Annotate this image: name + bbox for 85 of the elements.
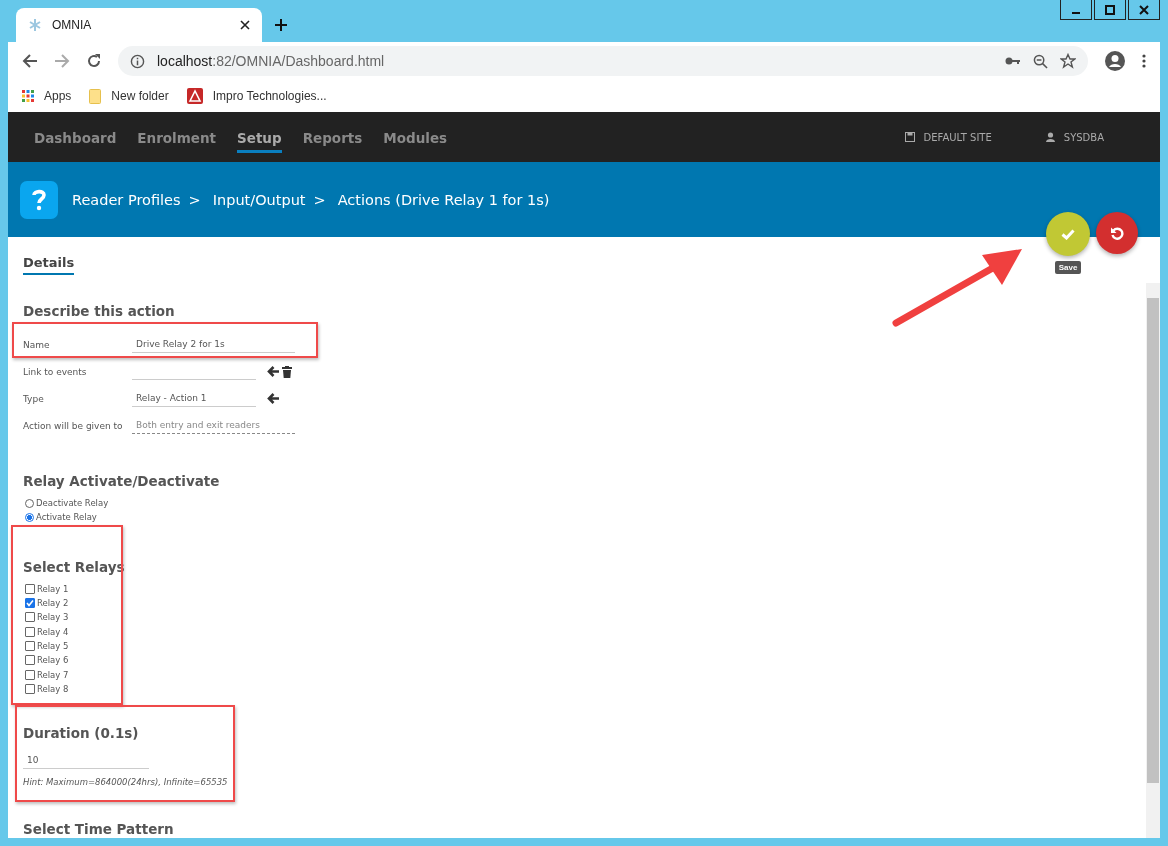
scrollbar[interactable]	[1146, 283, 1160, 838]
question-mark-icon	[32, 188, 46, 211]
bookmark-item[interactable]: New folder	[89, 88, 169, 104]
reload-icon[interactable]	[86, 53, 102, 69]
checkbox[interactable]	[25, 626, 35, 637]
key-icon[interactable]	[1005, 56, 1021, 66]
help-badge[interactable]	[20, 180, 58, 219]
info-icon[interactable]	[130, 53, 145, 69]
close-icon[interactable]	[240, 20, 250, 30]
checkbox-option[interactable]: Relay 1	[25, 582, 1146, 595]
nav-tab[interactable]: Modules	[383, 121, 448, 153]
star-icon[interactable]	[1060, 53, 1076, 69]
back-arrow-icon[interactable]	[22, 53, 38, 69]
breadcrumb-separator: >	[313, 191, 326, 208]
checkbox-option[interactable]: Relay 2	[25, 596, 1146, 610]
section-heading: Describe this action	[23, 303, 176, 319]
breadcrumb-separator: >	[188, 191, 201, 208]
new-tab-icon[interactable]	[274, 18, 288, 32]
checkbox[interactable]	[25, 669, 35, 680]
close-icon	[1139, 4, 1149, 15]
field-label: Link to events	[23, 366, 88, 377]
select-field[interactable]: Both entry and exit readers	[132, 417, 295, 434]
field-label: Name	[23, 339, 51, 350]
zoom-out-icon[interactable]	[1033, 53, 1048, 69]
breadcrumb-link[interactable]: Reader Profiles	[72, 191, 181, 208]
address-bar[interactable]: localhost:82/OMNIA/Dashboard.html	[118, 46, 1088, 76]
section-heading: Duration (0.1s)	[23, 724, 140, 741]
snowflake-icon	[28, 18, 42, 32]
breadcrumb-link[interactable]: Input/Output	[212, 191, 306, 208]
close-button[interactable]	[1128, 0, 1160, 20]
input-field[interactable]: 10	[23, 751, 149, 769]
account-icon[interactable]	[1104, 50, 1126, 72]
site-name[interactable]: DEFAULT SITE	[923, 131, 992, 143]
nav-tab[interactable]: Enrolment	[137, 121, 217, 153]
checkbox-option[interactable]: Relay 6	[25, 654, 1146, 667]
nav-tab[interactable]: Reports	[302, 121, 363, 153]
left-arrow-icon[interactable]	[267, 366, 279, 377]
save-button[interactable]	[1046, 212, 1090, 256]
checkbox[interactable]	[25, 612, 35, 623]
site-logo-icon	[186, 88, 203, 104]
checkbox[interactable]	[25, 655, 35, 666]
tab-title: OMNIA	[52, 18, 93, 32]
checkbox[interactable]	[25, 640, 35, 651]
minimize-button[interactable]	[1060, 0, 1092, 20]
checkbox[interactable]	[25, 583, 35, 594]
browser-tab[interactable]: OMNIA	[16, 8, 262, 42]
left-arrow-icon[interactable]	[267, 393, 279, 404]
save-tooltip: Save	[1054, 261, 1082, 274]
checkbox-option[interactable]: Relay 3	[25, 611, 1146, 624]
trash-icon[interactable]	[282, 365, 292, 378]
input-field[interactable]: Drive Relay 2 for 1s	[132, 336, 295, 353]
maximize-button[interactable]	[1094, 0, 1126, 20]
bookmark-item[interactable]: Apps	[22, 89, 72, 103]
nav-tab[interactable]: Setup	[237, 121, 282, 153]
url-text: localhost:82/OMNIA/Dashboard.html	[157, 53, 385, 69]
details-tab[interactable]: Details	[23, 255, 75, 275]
menu-icon[interactable]	[1142, 54, 1146, 68]
section-heading: Relay Activate/Deactivate	[23, 473, 221, 489]
checkbox-option[interactable]: Relay 5	[25, 639, 1146, 653]
hint-text: Hint: Maximum=864000(24hrs), Infinite=65535	[23, 776, 229, 787]
user-icon	[1045, 132, 1055, 142]
checkbox-option[interactable]: Relay 7	[25, 668, 1146, 681]
bookmark-item[interactable]: Impro Technologies...	[186, 88, 327, 104]
checkbox[interactable]	[25, 683, 35, 694]
field-label: Action will be given to	[23, 420, 124, 431]
radio-button[interactable]	[25, 512, 34, 522]
field-label: Type	[23, 393, 45, 404]
nav-tab[interactable]: Dashboard	[34, 121, 117, 153]
checkbox-option[interactable]: Relay 8	[25, 682, 1146, 695]
breadcrumb-link[interactable]: Actions (Drive Relay 1 for 1s)	[337, 191, 550, 208]
maximize-icon	[1105, 4, 1115, 15]
checkmark-icon	[1061, 228, 1075, 240]
user-name[interactable]: SYSDBA	[1063, 131, 1104, 143]
minimize-icon	[1072, 11, 1080, 14]
section-heading: Select Time Pattern	[23, 820, 175, 837]
radio-option[interactable]: Deactivate Relay	[25, 497, 1146, 510]
scrollbar-thumb[interactable]	[1147, 298, 1159, 783]
checkbox-option[interactable]: Relay 4	[25, 625, 1146, 638]
checkbox[interactable]	[25, 598, 35, 609]
undo-button[interactable]	[1096, 212, 1138, 254]
input-field[interactable]: Relay - Action 1	[132, 390, 256, 407]
undo-icon	[1110, 226, 1124, 240]
folder-icon	[89, 88, 102, 104]
radio-option[interactable]: Activate Relay	[25, 511, 1146, 524]
grid-icon	[22, 90, 34, 102]
